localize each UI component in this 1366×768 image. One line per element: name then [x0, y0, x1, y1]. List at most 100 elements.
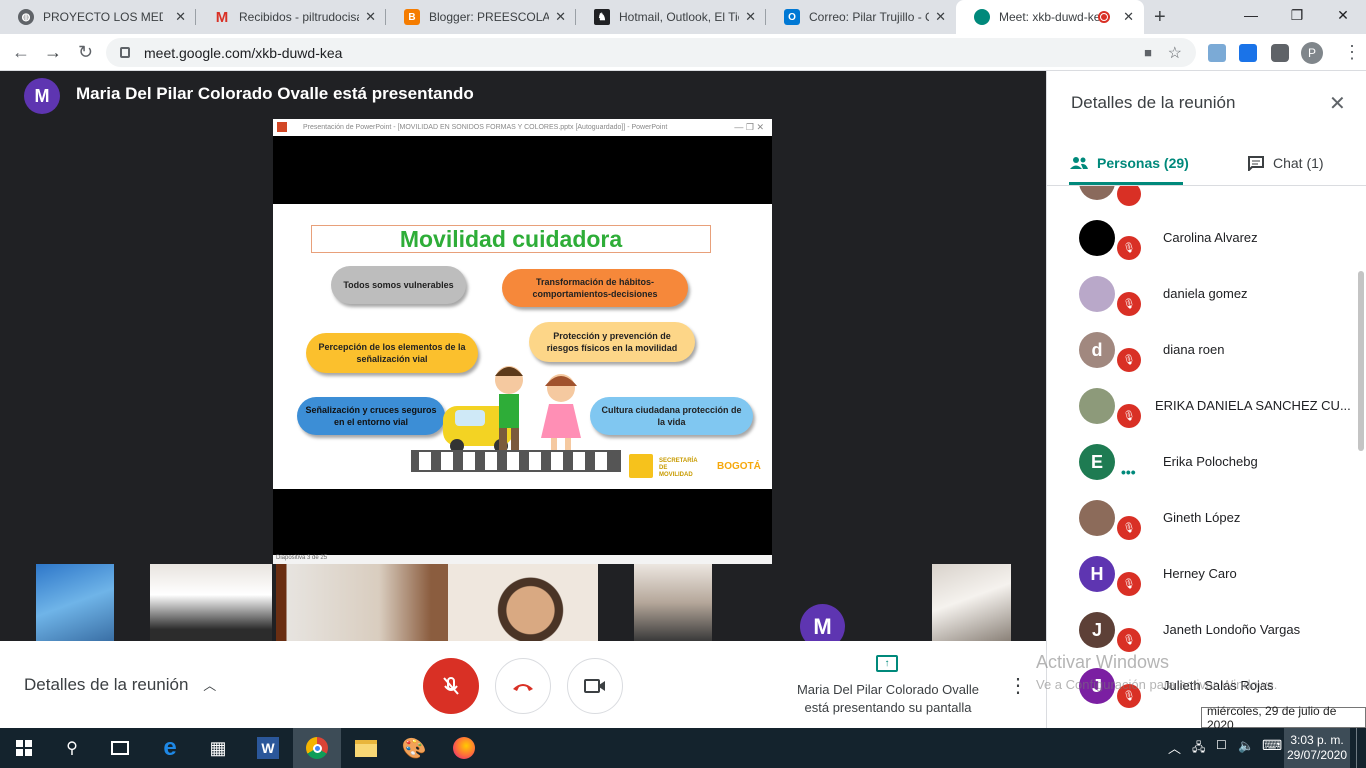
participant-name: daniela gomez — [1163, 286, 1248, 301]
tab-title: Hotmail, Outlook, El Tie — [619, 10, 739, 24]
tab-blogger[interactable]: B Blogger: PREESCOLAR ✕ — [386, 0, 576, 34]
meet-controls-bar: Detalles de la reunión ︿ ↑ Maria Del Pil… — [0, 641, 1046, 728]
extension-icon[interactable] — [1208, 44, 1226, 62]
mic-off-icon: 🎙 — [1117, 628, 1141, 652]
more-options-icon[interactable]: ⋮ — [1008, 673, 1028, 698]
chrome-icon[interactable] — [303, 734, 331, 762]
participant-video[interactable] — [448, 564, 598, 641]
tab-chat[interactable]: Chat (1) — [1247, 141, 1324, 185]
forward-icon[interactable]: → — [44, 42, 62, 63]
close-tab-icon[interactable]: ✕ — [745, 9, 756, 25]
profile-avatar[interactable]: P — [1301, 42, 1323, 64]
meeting-details-toggle[interactable]: Detalles de la reunión ︿ — [24, 675, 216, 695]
system-clock[interactable]: 3:03 p. m. 29/07/2020 — [1286, 733, 1348, 763]
back-icon[interactable]: ← — [12, 42, 30, 63]
windows-start-icon[interactable] — [10, 734, 38, 762]
close-window-icon[interactable]: ✕ — [1320, 0, 1366, 30]
language-icon[interactable]: ⌨ — [1262, 737, 1282, 754]
search-icon[interactable]: ⚲ — [58, 734, 86, 762]
participant-row[interactable]: H 🎙 Herney Caro — [1047, 546, 1366, 602]
camera-icon[interactable]: ■ — [1144, 45, 1152, 60]
avatar: J — [1079, 612, 1115, 648]
tab-outlook[interactable]: O Correo: Pilar Trujillo - O ✕ — [766, 0, 956, 34]
participant-row[interactable]: 🎙 Carolina Alvarez — [1047, 210, 1366, 266]
tab-title: PROYECTO LOS MEDIOS — [43, 10, 163, 24]
tab-meet[interactable]: Meet: xkb-duwd-ke ✕ — [956, 0, 1144, 34]
tab-people[interactable]: Personas (29) — [1069, 141, 1189, 185]
url-field[interactable]: meet.google.com/xkb-duwd-kea ■ ☆ — [106, 38, 1196, 67]
close-tab-icon[interactable]: ✕ — [175, 9, 186, 25]
tab-proyecto[interactable]: ◍ PROYECTO LOS MEDIOS ✕ — [0, 0, 196, 34]
volume-icon[interactable]: 🔈 — [1238, 738, 1254, 754]
crosswalk — [411, 450, 621, 472]
participant-row[interactable]: 🎙 ERIKA DANIELA SANCHEZ CU... — [1047, 378, 1366, 434]
task-view-icon[interactable] — [106, 734, 134, 762]
movilidad-logo: SECRETARÍA DE MOVILIDAD — [659, 458, 698, 478]
close-tab-icon[interactable]: ✕ — [935, 9, 946, 25]
menu-icon[interactable]: ⋮ — [1343, 42, 1361, 63]
participant-row[interactable]: 🎙 daniela gomez — [1047, 266, 1366, 322]
notification-tray-icon[interactable]: ☐ — [1216, 738, 1227, 752]
scrollbar[interactable] — [1358, 271, 1364, 451]
recording-icon — [1098, 11, 1110, 23]
mic-off-icon: 🎙 — [1117, 236, 1141, 260]
word-icon[interactable]: W — [254, 734, 282, 762]
firefox-icon[interactable] — [450, 734, 478, 762]
restore-icon[interactable]: ❐ — [1274, 0, 1320, 30]
pill-transformacion: Transformación de hábitos-comportamiento… — [502, 269, 688, 307]
participant-name: Janeth Londoño Vargas — [1163, 622, 1301, 637]
participant-name: Erika Polochebg — [1163, 454, 1258, 469]
search-extension-icon[interactable] — [1239, 44, 1257, 62]
store-icon[interactable]: ▦ — [204, 734, 232, 762]
participant-video[interactable] — [932, 564, 1011, 641]
url-text: meet.google.com/xkb-duwd-kea — [144, 44, 343, 61]
participant-row[interactable]: J 🎙 Janeth Londoño Vargas — [1047, 602, 1366, 658]
participant-video[interactable] — [634, 564, 712, 641]
mic-toggle-button[interactable] — [423, 658, 479, 714]
tray-chevron-icon[interactable]: ︿ — [1168, 738, 1181, 757]
mic-off-icon: 🎙 — [1117, 292, 1141, 316]
chevron-up-icon: ︿ — [203, 678, 217, 693]
leave-call-button[interactable] — [495, 658, 551, 714]
network-icon[interactable]: 🖧 — [1192, 738, 1205, 759]
hang-up-icon — [513, 684, 533, 691]
present-screen-icon[interactable]: ↑ — [876, 655, 898, 672]
participant-row[interactable]: d 🎙 diana roen — [1047, 322, 1366, 378]
presenter-avatar: M — [24, 78, 60, 114]
file-explorer-icon[interactable] — [352, 734, 380, 762]
close-tab-icon[interactable]: ✕ — [365, 9, 376, 25]
minimize-icon[interactable]: — — [1228, 0, 1274, 30]
paint-icon[interactable]: 🎨 — [400, 734, 428, 762]
participant-row[interactable]: E ••• Erika Polochebg — [1047, 434, 1366, 490]
edge-icon[interactable]: e — [156, 734, 184, 762]
participant-row[interactable]: 🎙 Gineth López — [1047, 490, 1366, 546]
outlook-icon: O — [784, 9, 800, 25]
camera-toggle-button[interactable] — [567, 658, 623, 714]
mic-off-icon: 🎙 — [1117, 348, 1141, 372]
avatar: H — [1079, 556, 1115, 592]
tab-gmail[interactable]: M Recibidos - piltrudocisa ✕ — [196, 0, 386, 34]
avatar — [1079, 186, 1115, 200]
reload-icon[interactable]: ↻ — [78, 42, 93, 63]
tab-hotmail[interactable]: ♞ Hotmail, Outlook, El Tie ✕ — [576, 0, 766, 34]
participant-name: ERIKA DANIELA SANCHEZ CU... — [1155, 398, 1351, 413]
participant-video[interactable] — [150, 564, 272, 641]
participant-video[interactable] — [36, 564, 114, 641]
participant-video[interactable] — [276, 564, 448, 641]
close-tab-icon[interactable]: ✕ — [1123, 9, 1134, 25]
new-tab-icon[interactable]: + — [1154, 6, 1166, 29]
avatar — [1079, 500, 1115, 536]
mic-off-icon — [443, 677, 459, 695]
windows-taskbar: ⚲ e ▦ W 🎨 ︿ 🖧 ☐ 🔈 ⌨ 3:03 p. m. 29/07/202… — [0, 728, 1366, 768]
puzzle-icon[interactable] — [1271, 44, 1289, 62]
chat-icon — [1248, 156, 1264, 171]
close-panel-icon[interactable]: ✕ — [1329, 91, 1346, 116]
show-desktop-button[interactable] — [1356, 728, 1366, 768]
close-tab-icon[interactable]: ✕ — [555, 9, 566, 25]
people-list: 🎙 Carolina Alvarez 🎙 daniela gomez d 🎙 diana r… — [1047, 186, 1366, 728]
msn-icon: ♞ — [594, 9, 610, 25]
presenter-title: Maria Del Pilar Colorado Ovalle está pre… — [76, 84, 474, 103]
avatar — [1079, 220, 1115, 256]
star-icon[interactable]: ☆ — [1168, 43, 1182, 63]
participant-strip: M — [0, 564, 1046, 649]
